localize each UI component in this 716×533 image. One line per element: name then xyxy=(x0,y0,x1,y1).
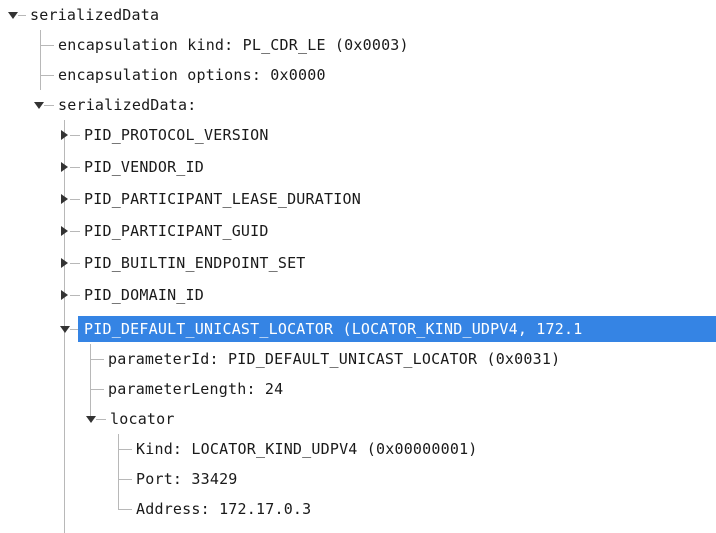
expander-right-icon[interactable] xyxy=(61,258,68,268)
expander-right-icon[interactable] xyxy=(61,130,68,140)
tree-row-pid[interactable]: PID_BUILTIN_ENDPOINT_SET xyxy=(0,248,716,278)
tree-label: Address: 172.17.0.3 xyxy=(136,500,312,518)
tree-label: encapsulation kind: PL_CDR_LE (0x0003) xyxy=(58,36,409,54)
expander-down-icon[interactable] xyxy=(86,416,96,423)
expander-right-icon[interactable] xyxy=(61,290,68,300)
tree-row-locator[interactable]: locator xyxy=(0,404,716,434)
expander-right-icon[interactable] xyxy=(61,162,68,172)
tree-row-encapsulation-options[interactable]: encapsulation options: 0x0000 xyxy=(0,60,716,90)
tree-label: PID_BUILTIN_ENDPOINT_SET xyxy=(84,254,306,272)
tree-label: parameterId: PID_DEFAULT_UNICAST_LOCATOR… xyxy=(108,350,561,368)
tree-row-locator-address[interactable]: Address: 172.17.0.3 xyxy=(0,494,716,524)
tree-label: PID_DEFAULT_UNICAST_LOCATOR (LOCATOR_KIN… xyxy=(84,320,583,338)
tree-row-parameter-length[interactable]: parameterLength: 24 xyxy=(0,374,716,404)
tree-label: PID_VENDOR_ID xyxy=(84,158,204,176)
tree-label: PID_PARTICIPANT_GUID xyxy=(84,222,269,240)
tree-row-parameter-id[interactable]: parameterId: PID_DEFAULT_UNICAST_LOCATOR… xyxy=(0,344,716,374)
expander-down-icon[interactable] xyxy=(34,102,44,109)
tree-row-serialized-data[interactable]: serializedData: xyxy=(0,90,716,120)
tree-label: Kind: LOCATOR_KIND_UDPV4 (0x00000001) xyxy=(136,440,478,458)
tree-row-pid[interactable]: PID_PROTOCOL_VERSION xyxy=(0,120,716,150)
packet-detail-tree: serializedData encapsulation kind: PL_CD… xyxy=(0,0,716,533)
tree-row-serialized-data-root[interactable]: serializedData xyxy=(0,0,716,30)
tree-row-pid[interactable]: PID_PARTICIPANT_GUID xyxy=(0,216,716,246)
expander-right-icon[interactable] xyxy=(61,226,68,236)
tree-label: PID_PROTOCOL_VERSION xyxy=(84,126,269,144)
tree-label: PID_PARTICIPANT_LEASE_DURATION xyxy=(84,190,361,208)
tree-row-pid-default-unicast-locator[interactable]: PID_DEFAULT_UNICAST_LOCATOR (LOCATOR_KIN… xyxy=(0,314,716,344)
tree-label: Port: 33429 xyxy=(136,470,238,488)
tree-row-pid[interactable]: PID_VENDOR_ID xyxy=(0,152,716,182)
tree-label: locator xyxy=(110,410,175,428)
tree-row-locator-kind[interactable]: Kind: LOCATOR_KIND_UDPV4 (0x00000001) xyxy=(0,434,716,464)
tree-label: encapsulation options: 0x0000 xyxy=(58,66,326,84)
tree-row-pid[interactable]: PID_DOMAIN_ID xyxy=(0,280,716,310)
tree-row-locator-port[interactable]: Port: 33429 xyxy=(0,464,716,494)
expander-down-icon[interactable] xyxy=(8,12,18,19)
expander-down-icon[interactable] xyxy=(60,326,70,333)
tree-label: serializedData xyxy=(30,6,160,24)
expander-right-icon[interactable] xyxy=(61,194,68,204)
tree-label: serializedData: xyxy=(58,96,197,114)
tree-label: parameterLength: 24 xyxy=(108,380,284,398)
tree-row-pid[interactable]: PID_PARTICIPANT_LEASE_DURATION xyxy=(0,184,716,214)
tree-row-encapsulation-kind[interactable]: encapsulation kind: PL_CDR_LE (0x0003) xyxy=(0,30,716,60)
tree-label: PID_DOMAIN_ID xyxy=(84,286,204,304)
